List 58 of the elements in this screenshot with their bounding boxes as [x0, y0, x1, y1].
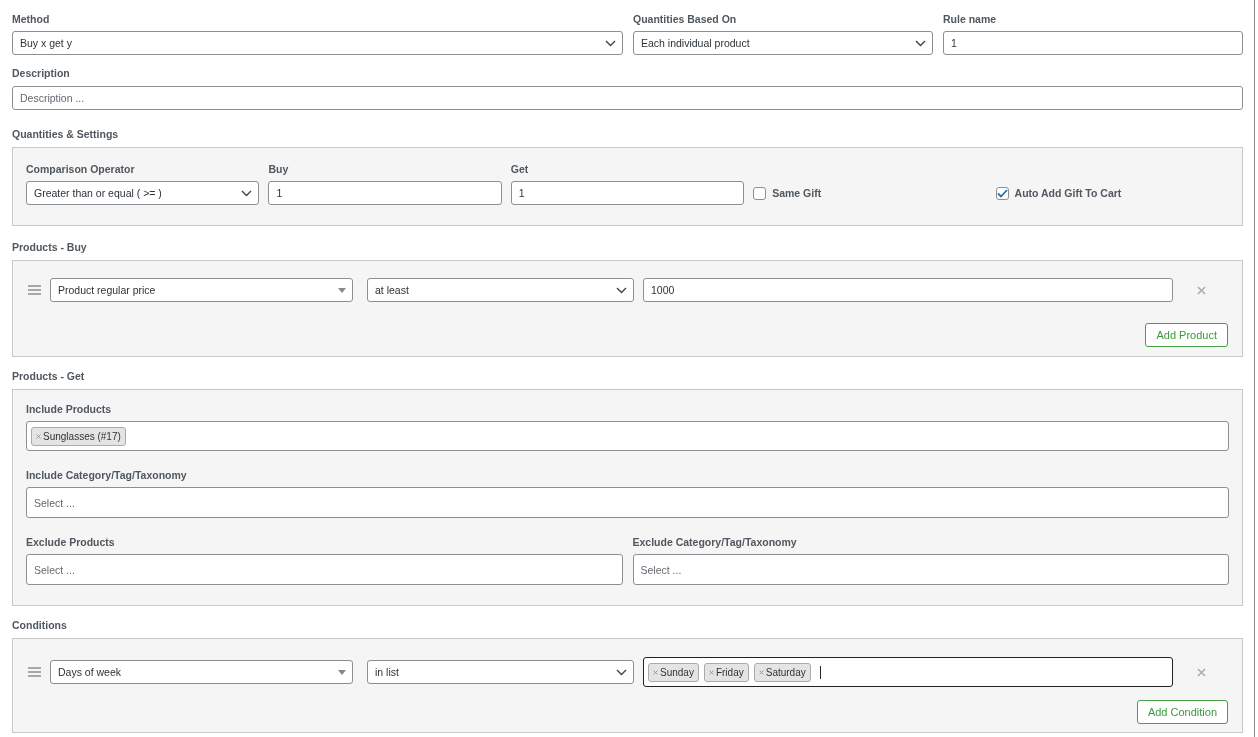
section-title: Quantities & Settings: [12, 127, 120, 141]
add-product-button[interactable]: Add Product: [1145, 323, 1228, 347]
chevron-down-icon: [616, 286, 627, 294]
chevron-down-icon: [241, 189, 253, 197]
remove-tag-icon[interactable]: [653, 669, 658, 675]
section-title: Products - Buy: [12, 240, 88, 254]
get-input[interactable]: 1: [510, 181, 745, 205]
field-label: Exclude Products: [26, 535, 116, 549]
operator-select[interactable]: in list: [367, 660, 634, 684]
description-input[interactable]: Description ...: [12, 86, 1243, 110]
operator-select[interactable]: at least: [367, 278, 634, 302]
select-field[interactable]: Select ...: [632, 554, 1229, 585]
close-icon[interactable]: [1196, 285, 1206, 295]
drag-handle-icon[interactable]: [28, 285, 41, 295]
field-label: Rule name: [943, 12, 998, 26]
section-title: Products - Get: [12, 369, 86, 383]
checkbox[interactable]: [753, 186, 767, 200]
field-label: Quantities Based On: [633, 12, 738, 26]
chevron-down-icon: [605, 39, 616, 47]
caret-down-icon: [338, 669, 346, 675]
checkbox-label: Same Gift: [772, 187, 822, 199]
field-select[interactable]: Days of week: [50, 660, 353, 684]
text-cursor: [819, 665, 821, 679]
tag-chip: Sunglasses (#17): [31, 426, 126, 446]
chevron-down-icon: [915, 39, 926, 47]
buy-input[interactable]: 1: [268, 181, 502, 205]
checkbox[interactable]: [995, 186, 1009, 200]
field-select[interactable]: Product regular price: [50, 278, 353, 302]
field-label: Comparison Operator: [26, 162, 136, 176]
close-icon[interactable]: [1196, 667, 1206, 677]
include-products-field[interactable]: Sunglasses (#17): [26, 421, 1229, 451]
operator-select[interactable]: Greater than or equal ( >= ): [26, 181, 260, 205]
tag-chip: Saturday: [753, 662, 811, 682]
quantities-select[interactable]: Each individual product: [633, 31, 933, 55]
tag-chip: Sunday: [648, 662, 699, 682]
caret-down-icon: [338, 287, 346, 293]
chevron-down-icon: [616, 668, 627, 676]
field-label: Get: [510, 162, 530, 176]
remove-tag-icon[interactable]: [708, 669, 714, 675]
field-label: Exclude Category/Tag/Taxonomy: [632, 535, 798, 549]
field-label: Buy: [268, 162, 290, 176]
remove-tag-icon[interactable]: [758, 669, 764, 675]
drag-handle-icon[interactable]: [28, 667, 41, 677]
tag-chip: Friday: [703, 662, 749, 682]
value-input[interactable]: 1000: [643, 278, 1173, 302]
add-condition-button[interactable]: Add Condition: [1136, 700, 1228, 724]
checkbox-label: Auto Add Gift To Cart: [1014, 187, 1122, 199]
remove-tag-icon[interactable]: [36, 433, 41, 439]
select-field[interactable]: Select ...: [26, 487, 1229, 518]
field-label: Method: [12, 12, 51, 26]
method-select[interactable]: Buy x get y: [12, 31, 623, 55]
select-field[interactable]: Select ...: [26, 554, 623, 585]
field-label: Description: [12, 66, 71, 80]
rule-name-input[interactable]: 1: [943, 31, 1243, 55]
tag-input-field[interactable]: Sunday Friday Saturday: [643, 657, 1173, 687]
section-title: Conditions: [12, 618, 68, 632]
field-label: Include Category/Tag/Taxonomy: [26, 468, 188, 482]
field-label: Include Products: [26, 402, 113, 416]
